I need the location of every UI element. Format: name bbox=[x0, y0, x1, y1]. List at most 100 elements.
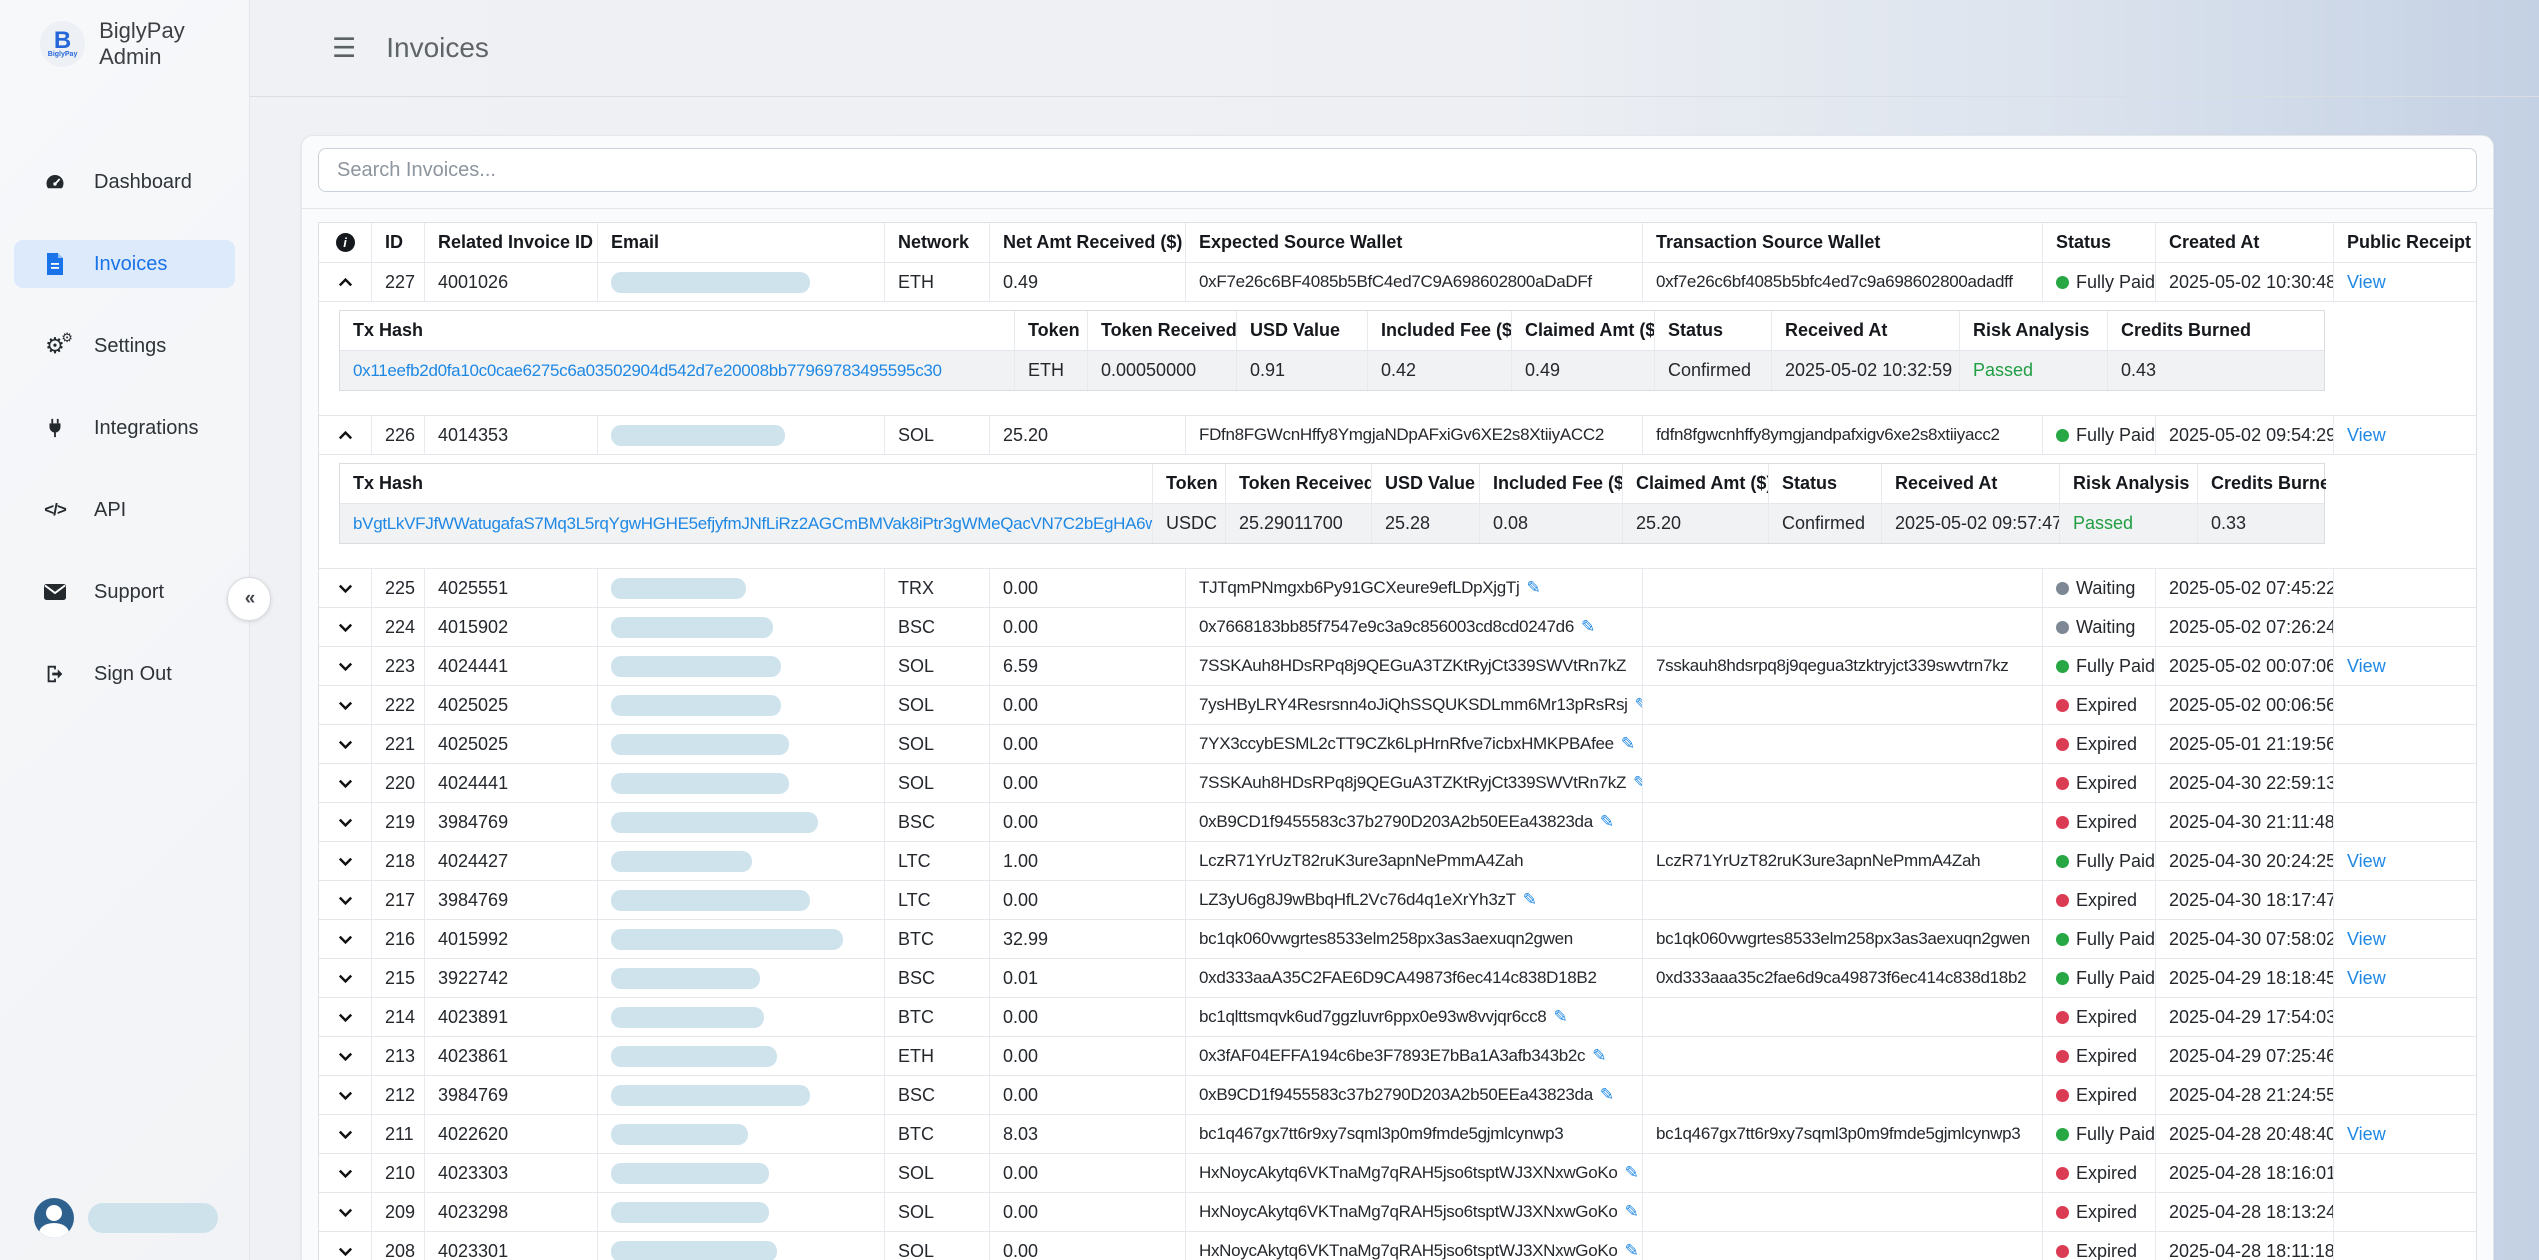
status-label: Fully Paid bbox=[2076, 959, 2155, 997]
view-receipt-link[interactable]: View bbox=[2347, 263, 2386, 301]
edit-wallet-pencil-icon[interactable]: ✎ bbox=[1633, 764, 1642, 802]
chevron-down-icon[interactable] bbox=[319, 998, 371, 1036]
sidebar-item-settings[interactable]: ⚙⚙Settings bbox=[14, 322, 235, 370]
expected-wallet-text: bc1qlttsmqvk6ud7ggzluvr6ppx0e93w8vvjqr6c… bbox=[1199, 998, 1546, 1036]
cell-created-at: 2025-04-28 18:11:18 bbox=[2155, 1232, 2333, 1260]
chevron-down-icon[interactable] bbox=[319, 1193, 371, 1231]
tx-hash-link[interactable]: 0x11eefb2d0fa10c0cae6275c6a03502904d542d… bbox=[353, 361, 942, 380]
cell-transaction-wallet bbox=[1642, 569, 2042, 607]
chevron-down-icon[interactable] bbox=[319, 764, 371, 802]
edit-wallet-pencil-icon[interactable]: ✎ bbox=[1621, 725, 1635, 763]
sidebar-collapse-button[interactable]: « bbox=[227, 577, 271, 621]
expected-wallet-text: bc1q467gx7tt6r9xy7sqml3p0m9fmde5gjmlcynw… bbox=[1199, 1115, 1563, 1153]
subheader-label: Tx Hash bbox=[353, 320, 423, 340]
subheader-included-fee-: Included Fee ($) bbox=[1367, 311, 1511, 350]
edit-wallet-pencil-icon[interactable]: ✎ bbox=[1581, 608, 1595, 646]
subheader-usd-value: USD Value bbox=[1236, 311, 1367, 350]
mail-icon bbox=[42, 582, 68, 602]
sidebar-item-dashboard[interactable]: Dashboard bbox=[14, 158, 235, 206]
table-row: 2214025025SOL0.007YX3ccybESML2cTT9CZk6Lp… bbox=[319, 724, 2476, 763]
view-receipt-link[interactable]: View bbox=[2347, 416, 2386, 454]
expand-cell bbox=[319, 959, 371, 997]
chevron-down-icon[interactable] bbox=[319, 725, 371, 763]
email-redacted bbox=[611, 890, 810, 911]
subcell-usd-value: 0.91 bbox=[1236, 351, 1367, 390]
subheader-label: Token bbox=[1028, 320, 1080, 340]
chevron-down-icon[interactable] bbox=[319, 1232, 371, 1260]
cell-related-invoice-id: 3984769 bbox=[424, 803, 597, 841]
chevron-down-icon[interactable] bbox=[319, 803, 371, 841]
cell-expected-wallet: HxNoycAkytq6VKTnaMg7qRAH5jso6tsptWJ3XNxw… bbox=[1185, 1193, 1642, 1231]
hamburger-menu-icon[interactable]: ☰ bbox=[332, 33, 356, 64]
subtable-data-row: 0x11eefb2d0fa10c0cae6275c6a03502904d542d… bbox=[340, 350, 2324, 390]
edit-wallet-pencil-icon[interactable]: ✎ bbox=[1625, 1154, 1639, 1192]
view-receipt-link[interactable]: View bbox=[2347, 920, 2386, 958]
cell-transaction-wallet bbox=[1642, 1193, 2042, 1231]
header-label: Related Invoice ID bbox=[438, 223, 593, 262]
cell-status: Expired bbox=[2042, 1193, 2155, 1231]
edit-wallet-pencil-icon[interactable]: ✎ bbox=[1553, 998, 1567, 1036]
chevron-down-icon[interactable] bbox=[319, 647, 371, 685]
brand-letter: B bbox=[54, 30, 71, 52]
email-redacted bbox=[611, 968, 760, 989]
chevron-up-icon[interactable] bbox=[319, 263, 371, 301]
view-receipt-link[interactable]: View bbox=[2347, 1115, 2386, 1153]
chevron-down-icon[interactable] bbox=[319, 1037, 371, 1075]
edit-wallet-pencil-icon[interactable]: ✎ bbox=[1625, 1193, 1639, 1231]
topbar: ☰ Invoices bbox=[250, 0, 2539, 97]
sidebar-item-support[interactable]: Support bbox=[14, 568, 235, 616]
cell-email bbox=[597, 764, 884, 802]
cell-net-amt: 0.00 bbox=[989, 1154, 1185, 1192]
view-receipt-link[interactable]: View bbox=[2347, 959, 2386, 997]
sidebar-item-invoices[interactable]: Invoices bbox=[14, 240, 235, 288]
edit-wallet-pencil-icon[interactable]: ✎ bbox=[1523, 881, 1537, 919]
edit-wallet-pencil-icon[interactable]: ✎ bbox=[1600, 803, 1614, 841]
view-receipt-link[interactable]: View bbox=[2347, 647, 2386, 685]
cell-network: BSC bbox=[884, 1076, 989, 1114]
subcell-included-fee: 0.42 bbox=[1367, 351, 1511, 390]
header-cell-net-amt-received-: Net Amt Received ($) bbox=[989, 223, 1185, 262]
sidebar-item-api[interactable]: </>API bbox=[14, 486, 235, 534]
edit-wallet-pencil-icon[interactable]: ✎ bbox=[1600, 1076, 1614, 1114]
subcell-credits-burned: 0.33 bbox=[2197, 504, 2326, 543]
status-dot-paid bbox=[2056, 855, 2069, 868]
chevron-up-icon[interactable] bbox=[319, 416, 371, 454]
sidebar-item-integrations[interactable]: Integrations bbox=[14, 404, 235, 452]
cell-network: BSC bbox=[884, 608, 989, 646]
tx-hash-link[interactable]: bVgtLkVFJfWWatugafaS7Mq3L5rqYgwHGHE5efjy… bbox=[353, 514, 1152, 533]
biglypay-logo-icon: B BiglyPay bbox=[40, 21, 85, 67]
search-input[interactable] bbox=[318, 148, 2477, 192]
chevron-down-icon[interactable] bbox=[319, 686, 371, 724]
cell-status: Expired bbox=[2042, 1076, 2155, 1114]
chevron-down-icon[interactable] bbox=[319, 959, 371, 997]
status-label: Fully Paid bbox=[2076, 416, 2155, 454]
cell-created-at: 2025-04-29 18:18:45 bbox=[2155, 959, 2333, 997]
subheader-tx-hash: Tx Hash bbox=[340, 311, 1014, 350]
subcell-value: Confirmed bbox=[1668, 360, 1751, 380]
chevron-down-icon[interactable] bbox=[319, 1076, 371, 1114]
subheader-label: Credits Burned bbox=[2121, 320, 2251, 340]
expand-cell bbox=[319, 1154, 371, 1192]
sidebar-item-sign-out[interactable]: Sign Out bbox=[14, 650, 235, 698]
edit-wallet-pencil-icon[interactable]: ✎ bbox=[1635, 686, 1642, 724]
edit-wallet-pencil-icon[interactable]: ✎ bbox=[1527, 569, 1541, 607]
chevron-down-icon[interactable] bbox=[319, 920, 371, 958]
chevron-down-icon[interactable] bbox=[319, 608, 371, 646]
table-row: 2173984769LTC0.00LZ3yU6g8J9wBbqHfL2Vc76d… bbox=[319, 880, 2476, 919]
view-receipt-link[interactable]: View bbox=[2347, 842, 2386, 880]
chevron-down-icon[interactable] bbox=[319, 1154, 371, 1192]
status-label: Expired bbox=[2076, 764, 2137, 802]
chevron-down-icon[interactable] bbox=[319, 1115, 371, 1153]
edit-wallet-pencil-icon[interactable]: ✎ bbox=[1592, 1037, 1606, 1075]
subcell-value: 0.08 bbox=[1493, 513, 1528, 533]
email-redacted bbox=[611, 1046, 777, 1067]
edit-wallet-pencil-icon[interactable]: ✎ bbox=[1625, 1232, 1639, 1260]
chevron-down-icon[interactable] bbox=[319, 881, 371, 919]
expand-cell bbox=[319, 998, 371, 1036]
subheader-status: Status bbox=[1654, 311, 1771, 350]
subheader-label: Token Received bbox=[1239, 473, 1371, 493]
chevron-down-icon[interactable] bbox=[319, 569, 371, 607]
chevron-down-icon[interactable] bbox=[319, 842, 371, 880]
invoices-table: iIDRelated Invoice IDEmailNetworkNet Amt… bbox=[318, 222, 2477, 1260]
status-label: Waiting bbox=[2076, 608, 2135, 646]
